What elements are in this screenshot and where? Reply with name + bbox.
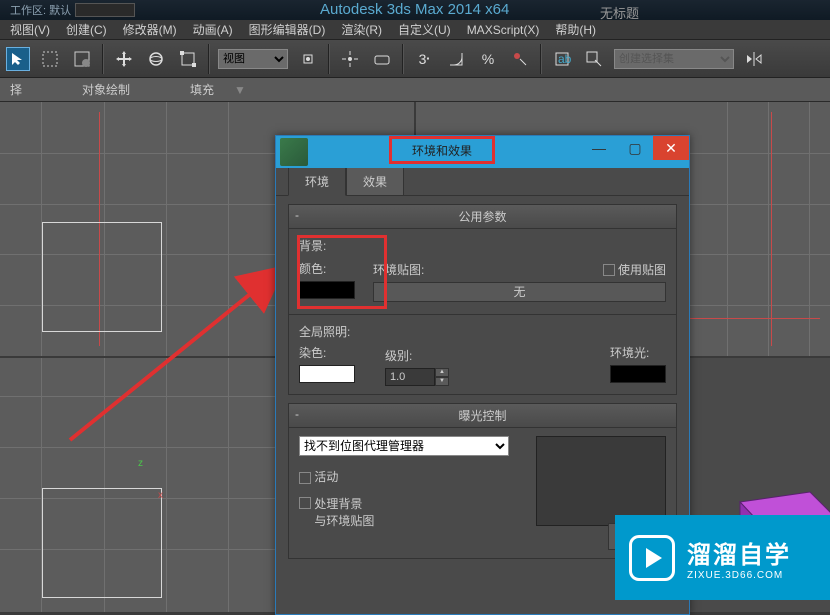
angle-snap-icon[interactable] — [444, 47, 468, 71]
mirror-icon[interactable] — [742, 47, 766, 71]
percent-snap-icon[interactable]: % — [476, 47, 500, 71]
level-spinner[interactable]: ▲▼ — [385, 368, 449, 386]
tint-color-swatch[interactable] — [299, 365, 355, 383]
pivot-icon[interactable] — [296, 47, 320, 71]
app-title: Autodesk 3ds Max 2014 x64 — [320, 1, 509, 18]
exposure-preview — [536, 436, 666, 526]
collapse-icon[interactable]: - — [295, 407, 299, 421]
ribbon-populate[interactable]: 填充 — [190, 81, 214, 98]
exposure-type-dropdown[interactable]: 找不到位图代理管理器 — [299, 436, 509, 456]
scale-tool-icon[interactable] — [176, 47, 200, 71]
toolbar-separator — [102, 44, 104, 74]
play-icon — [629, 535, 675, 581]
edit-sel-icon[interactable] — [582, 47, 606, 71]
active-label: 活动 — [314, 470, 338, 484]
selection-set-dropdown[interactable]: 创建选择集 — [614, 49, 734, 69]
select-paint-icon[interactable] — [70, 47, 94, 71]
processbg-checkbox[interactable] — [299, 497, 311, 509]
watermark: 溜溜自学 ZIXUE.3D66.COM — [615, 515, 830, 600]
main-toolbar: 视图 3▪ % abc 创建选择集 — [0, 40, 830, 78]
dialog-titlebar[interactable]: 环境和效果 — ▢ ✕ — [276, 136, 689, 168]
ambient-color-swatch[interactable] — [610, 365, 666, 383]
toolbar-separator — [540, 44, 542, 74]
panel-title: 公用参数 — [458, 210, 506, 224]
named-sel-icon[interactable]: abc — [550, 47, 574, 71]
select-tool-icon[interactable] — [6, 47, 30, 71]
menu-modifiers[interactable]: 修改器(M) — [123, 21, 177, 38]
menubar: 视图(V) 创建(C) 修改器(M) 动画(A) 图形编辑器(D) 渲染(R) … — [0, 20, 830, 40]
ambient-label: 环境光: — [610, 344, 666, 361]
processbg-label: 处理背景 与环境贴图 — [314, 495, 374, 529]
workspace-label: 工作区: 默认 — [10, 2, 71, 18]
keymode-icon[interactable] — [370, 47, 394, 71]
spin-down-icon[interactable]: ▼ — [435, 377, 449, 386]
snap-3-icon[interactable]: 3▪ — [412, 47, 436, 71]
ribbon-obj-paint[interactable]: 对象绘制 — [82, 81, 130, 98]
level-input[interactable] — [385, 368, 435, 386]
menu-help[interactable]: 帮助(H) — [555, 21, 596, 38]
ref-coord-dropdown[interactable]: 视图 — [218, 49, 288, 69]
menu-view[interactable]: 视图(V) — [10, 21, 50, 38]
ribbon-bar: 择 对象绘制 填充 ▼ — [0, 78, 830, 102]
panel-title: 曝光控制 — [458, 409, 506, 423]
menu-graph[interactable]: 图形编辑器(D) — [249, 21, 326, 38]
ribbon-select[interactable]: 择 — [10, 81, 22, 98]
panel-common-params: -公用参数 背景: 颜色: 环境贴图: 使用贴图 — [288, 204, 677, 395]
spinner-snap-icon[interactable] — [508, 47, 532, 71]
level-label: 级别: — [385, 347, 449, 364]
workspace-dropdown[interactable] — [75, 3, 135, 17]
collapse-icon[interactable]: - — [295, 208, 299, 222]
watermark-brand: 溜溜自学 — [687, 535, 791, 570]
toolbar-separator — [402, 44, 404, 74]
rotate-tool-icon[interactable] — [144, 47, 168, 71]
annotation-highlight — [297, 235, 387, 309]
maximize-button[interactable]: ▢ — [617, 136, 653, 160]
minimize-button[interactable]: — — [581, 136, 617, 160]
move-tool-icon[interactable] — [112, 47, 136, 71]
envmap-slot-button[interactable]: 无 — [373, 282, 666, 302]
active-checkbox[interactable] — [299, 472, 311, 484]
menu-create[interactable]: 创建(C) — [66, 21, 107, 38]
menu-render[interactable]: 渲染(R) — [341, 21, 382, 38]
close-button[interactable]: ✕ — [653, 136, 689, 160]
app-icon — [280, 138, 308, 166]
toolbar-separator — [328, 44, 330, 74]
usemap-label: 使用贴图 — [618, 263, 666, 277]
dialog-title: 环境和效果 — [389, 136, 495, 164]
menu-maxscript[interactable]: MAXScript(X) — [467, 23, 540, 37]
tint-label: 染色: — [299, 344, 355, 361]
usemap-checkbox[interactable] — [603, 264, 615, 276]
watermark-url: ZIXUE.3D66.COM — [687, 570, 791, 581]
tab-effects[interactable]: 效果 — [346, 167, 404, 195]
toolbar-separator — [208, 44, 210, 74]
menu-customize[interactable]: 自定义(U) — [398, 21, 451, 38]
select-rect-icon[interactable] — [38, 47, 62, 71]
manip-tool-icon[interactable] — [338, 47, 362, 71]
spin-up-icon[interactable]: ▲ — [435, 368, 449, 377]
tab-environment[interactable]: 环境 — [288, 167, 346, 196]
doc-title: 无标题 — [600, 3, 639, 22]
global-illum-label: 全局照明: — [299, 323, 666, 340]
svg-text:abc: abc — [558, 52, 571, 66]
dialog-tabs: 环境 效果 — [276, 168, 689, 196]
menu-animation[interactable]: 动画(A) — [193, 21, 233, 38]
